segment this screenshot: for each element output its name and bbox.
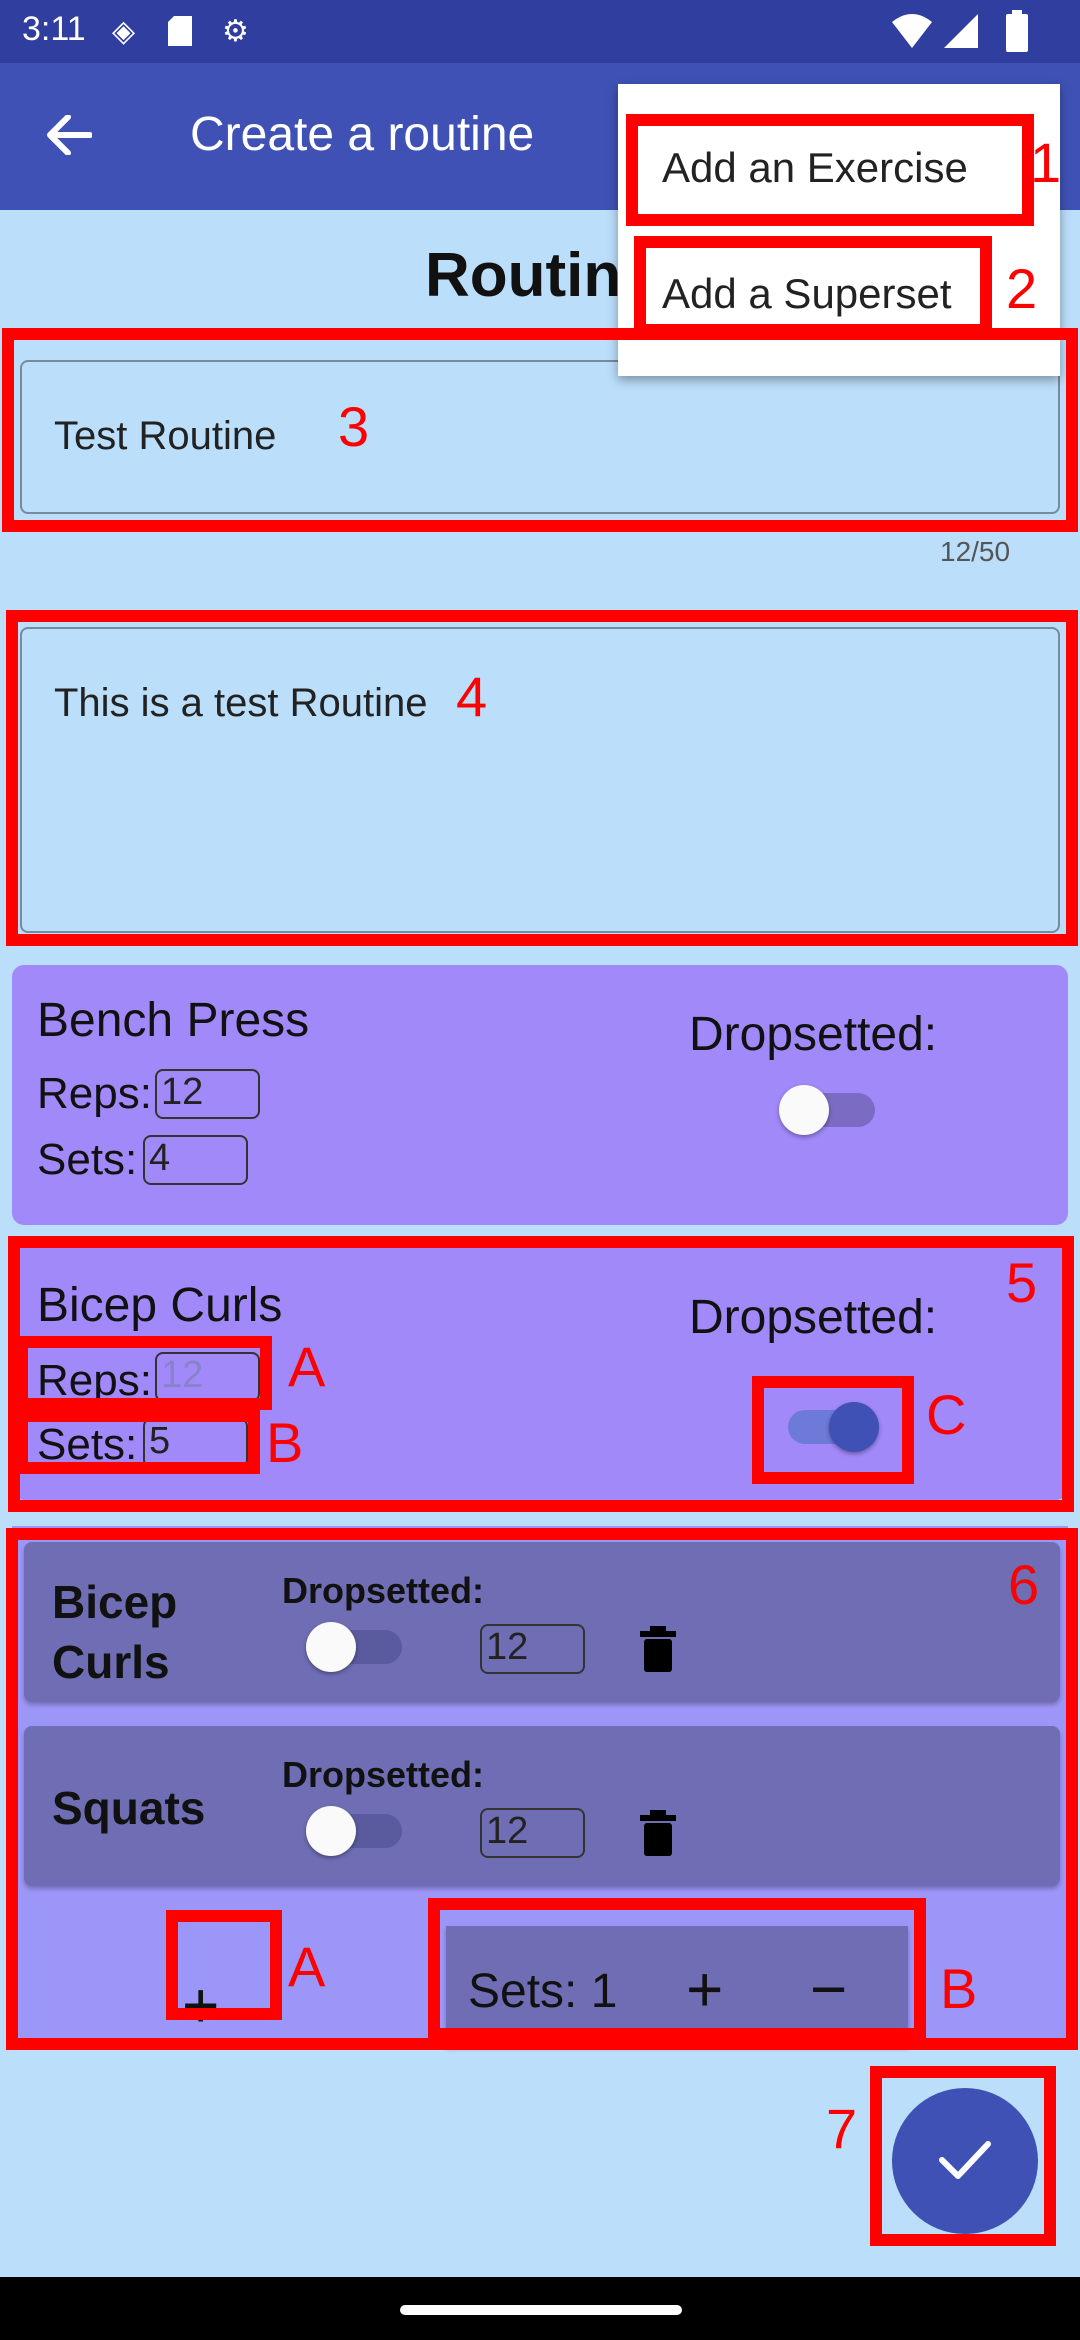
settings-icon: ⚙ bbox=[222, 15, 249, 48]
annotation-label: A bbox=[288, 1335, 326, 1398]
reps-label: Reps: bbox=[37, 1069, 152, 1118]
annotation-label: A bbox=[288, 1935, 326, 1998]
annotation-label: 6 bbox=[1008, 1553, 1040, 1616]
back-arrow-icon[interactable] bbox=[46, 115, 92, 155]
annotation-box-4 bbox=[6, 610, 1078, 946]
annotation-label: 5 bbox=[1006, 1251, 1038, 1314]
annotation-label: 2 bbox=[1006, 257, 1038, 320]
annotation-box-7 bbox=[870, 2066, 1056, 2246]
annotation-box-5c bbox=[752, 1376, 914, 1484]
dropset-toggle-thumb[interactable] bbox=[779, 1085, 829, 1135]
annotation-label: 1 bbox=[1030, 131, 1062, 194]
exercise-card: Bench Press Reps: 12 Sets: 4 Dropsetted: bbox=[12, 965, 1068, 1225]
annotation-box-5a bbox=[16, 1336, 272, 1410]
exercise-name: Bench Press bbox=[37, 994, 310, 1047]
annotation-label: 4 bbox=[456, 665, 488, 728]
annotation-label: 3 bbox=[338, 395, 370, 458]
annotation-box-6a bbox=[166, 1910, 282, 2020]
page-title: Create a routine bbox=[190, 108, 535, 161]
signal-icon bbox=[944, 14, 978, 48]
annotation-label: C bbox=[926, 1383, 967, 1446]
annotation-box-2 bbox=[634, 236, 992, 336]
annotation-label: B bbox=[266, 1411, 304, 1474]
system-nav-bar bbox=[0, 2277, 1080, 2340]
home-gesture-pill[interactable] bbox=[400, 2305, 682, 2315]
battery-icon bbox=[1006, 10, 1028, 52]
wifi-icon bbox=[892, 14, 932, 48]
annotation-box-5b bbox=[16, 1410, 260, 1474]
character-counter: 12/50 bbox=[940, 536, 1011, 567]
annotation-label: 7 bbox=[826, 2097, 858, 2160]
data-saver-icon: ◈ bbox=[112, 15, 136, 48]
reps-input[interactable]: 12 bbox=[155, 1069, 260, 1119]
sets-input[interactable]: 4 bbox=[143, 1135, 248, 1185]
annotation-box-6b bbox=[428, 1898, 926, 2040]
status-time: 3:11 bbox=[22, 10, 86, 48]
section-heading: Routin bbox=[425, 241, 622, 310]
sets-label: Sets: bbox=[37, 1135, 138, 1184]
dropset-label: Dropsetted: bbox=[689, 1008, 938, 1061]
sd-card-icon bbox=[168, 16, 192, 46]
status-bar: 3:11 ◈ ⚙ bbox=[0, 0, 1080, 63]
annotation-box-3 bbox=[2, 328, 1078, 532]
annotation-label: B bbox=[940, 1957, 978, 2020]
annotation-box-1 bbox=[626, 114, 1034, 226]
